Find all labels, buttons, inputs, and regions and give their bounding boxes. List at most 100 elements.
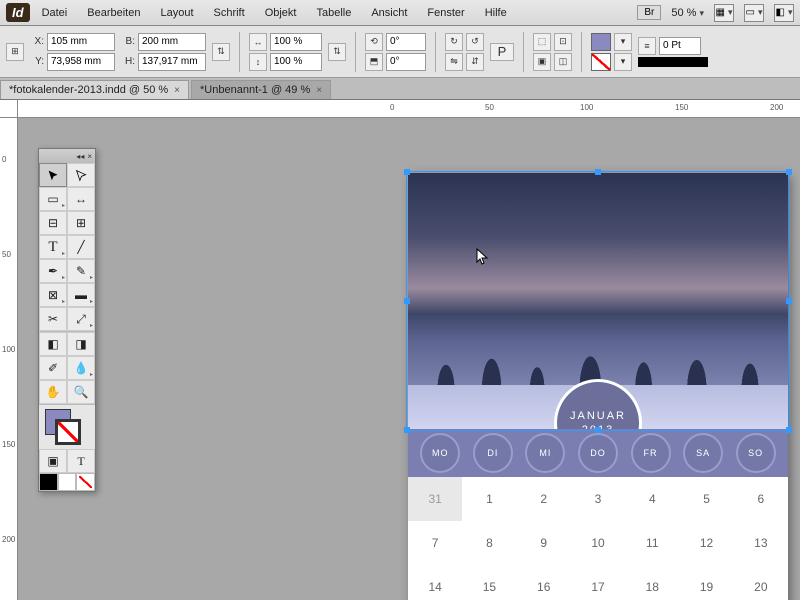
scale-x-input[interactable] — [270, 33, 322, 51]
shear-input[interactable] — [386, 53, 426, 71]
calendar-cell[interactable]: 5 — [679, 477, 733, 521]
menu-datei[interactable]: Datei — [34, 4, 76, 22]
canvas[interactable]: ◂◂× ▭▸ ↔ ⊟ ⊞ T▸ ╱ ✒▸ ✎▸ ⊠▸ ▬▸ ✂ ⤢▸ ◧ ◨ ✐ — [18, 118, 800, 600]
menu-fenster[interactable]: Fenster — [419, 4, 472, 22]
content-placer-tool[interactable]: ⊞ — [67, 211, 95, 235]
menu-layout[interactable]: Layout — [152, 4, 201, 22]
stroke-proxy[interactable] — [55, 419, 81, 445]
apply-gradient-icon[interactable] — [58, 473, 77, 491]
fit-frame-icon[interactable]: ▣ — [533, 53, 551, 71]
close-icon[interactable]: × — [87, 152, 92, 161]
bridge-button[interactable]: Br — [637, 5, 661, 20]
formatting-container-icon[interactable]: ▣ — [39, 449, 67, 473]
calendar-cell[interactable]: 18 — [625, 565, 679, 600]
type-tool[interactable]: T▸ — [39, 235, 67, 259]
apply-color-icon[interactable] — [39, 473, 58, 491]
stroke-swatch[interactable] — [591, 53, 611, 71]
rectangle-tool[interactable]: ▬▸ — [67, 283, 95, 307]
width-input[interactable] — [138, 33, 206, 51]
reference-point-icon[interactable]: ⊞ — [6, 43, 24, 61]
calendar-cell[interactable]: 11 — [625, 521, 679, 565]
scale-y-input[interactable] — [270, 53, 322, 71]
calendar-cell[interactable]: 12 — [679, 521, 733, 565]
stroke-style-preview[interactable] — [638, 57, 708, 67]
panel-titlebar[interactable]: ◂◂× — [39, 149, 95, 163]
apply-none-icon[interactable] — [76, 473, 95, 491]
view-mode-button[interactable]: ▦ — [714, 4, 734, 22]
document-tab-1[interactable]: *fotokalender-2013.indd @ 50 % × — [0, 80, 189, 99]
horizontal-ruler[interactable]: 0 50 100 150 200 — [18, 100, 800, 118]
ruler-origin[interactable] — [0, 100, 18, 118]
hand-tool[interactable]: ✋ — [39, 380, 67, 404]
pen-tool[interactable]: ✒▸ — [39, 259, 67, 283]
constrain-scale-icon[interactable]: ⇅ — [328, 43, 346, 61]
calendar-cell[interactable]: 15 — [462, 565, 516, 600]
calendar-cell[interactable]: 6 — [734, 477, 788, 521]
formatting-text-icon[interactable]: T — [67, 449, 95, 473]
fill-dropdown-icon[interactable]: ▾ — [614, 33, 632, 51]
flip-h-icon[interactable]: ⇋ — [445, 53, 463, 71]
arrange-button[interactable]: ◧ — [774, 4, 794, 22]
fill-stroke-proxy[interactable] — [39, 405, 95, 449]
calendar-cell[interactable]: 31 — [408, 477, 462, 521]
calendar-cell[interactable]: 4 — [625, 477, 679, 521]
screen-mode-button[interactable]: ▭ — [744, 4, 764, 22]
paragraph-icon[interactable]: P — [490, 43, 514, 61]
menu-ansicht[interactable]: Ansicht — [363, 4, 415, 22]
rotate-ccw-icon[interactable]: ↺ — [466, 33, 484, 51]
document-page[interactable]: JANUAR 2013 MO DI MI DO FR SA SO 3112345… — [408, 173, 788, 600]
direct-selection-tool[interactable] — [67, 163, 95, 187]
calendar-cell[interactable]: 8 — [462, 521, 516, 565]
free-transform-tool[interactable]: ⤢▸ — [67, 307, 95, 331]
zoom-tool[interactable]: 🔍 — [67, 380, 95, 404]
calendar-cell[interactable]: 1 — [462, 477, 516, 521]
menu-bearbeiten[interactable]: Bearbeiten — [79, 4, 148, 22]
menu-schrift[interactable]: Schrift — [206, 4, 253, 22]
stroke-weight-input[interactable] — [659, 37, 701, 55]
menu-hilfe[interactable]: Hilfe — [477, 4, 515, 22]
scissors-tool[interactable]: ✂ — [39, 307, 67, 331]
select-container-icon[interactable]: ⬚ — [533, 33, 551, 51]
calendar-cell[interactable]: 20 — [734, 565, 788, 600]
calendar-photo-frame[interactable]: JANUAR 2013 — [408, 173, 788, 429]
fit-content-icon[interactable]: ◫ — [554, 53, 572, 71]
calendar-cell[interactable]: 17 — [571, 565, 625, 600]
calendar-cell[interactable]: 10 — [571, 521, 625, 565]
calendar-cell[interactable]: 7 — [408, 521, 462, 565]
gradient-swatch-tool[interactable]: ◧ — [39, 332, 67, 356]
rotation-input[interactable] — [386, 33, 426, 51]
height-input[interactable] — [138, 53, 206, 71]
menu-objekt[interactable]: Objekt — [257, 4, 305, 22]
pencil-tool[interactable]: ✎▸ — [67, 259, 95, 283]
y-input[interactable] — [47, 53, 115, 71]
gap-tool[interactable]: ↔ — [67, 187, 95, 211]
rotate-cw-icon[interactable]: ↻ — [445, 33, 463, 51]
calendar-cell[interactable]: 3 — [571, 477, 625, 521]
calendar-cell[interactable]: 16 — [517, 565, 571, 600]
document-tab-2[interactable]: *Unbenannt-1 @ 49 % × — [191, 80, 331, 99]
calendar-cell[interactable]: 19 — [679, 565, 733, 600]
constrain-proportions-icon[interactable]: ⇅ — [212, 43, 230, 61]
x-input[interactable] — [47, 33, 115, 51]
selection-tool[interactable] — [39, 163, 67, 187]
close-icon[interactable]: × — [174, 85, 180, 96]
menu-tabelle[interactable]: Tabelle — [308, 4, 359, 22]
rectangle-frame-tool[interactable]: ⊠▸ — [39, 283, 67, 307]
note-tool[interactable]: ✐ — [39, 356, 67, 380]
line-tool[interactable]: ╱ — [67, 235, 95, 259]
calendar-cell[interactable]: 2 — [517, 477, 571, 521]
select-content-icon[interactable]: ⊡ — [554, 33, 572, 51]
fill-swatch[interactable] — [591, 33, 611, 51]
gradient-feather-tool[interactable]: ◨ — [67, 332, 95, 356]
zoom-level-dropdown[interactable]: 50 % — [671, 7, 704, 19]
eyedropper-tool[interactable]: 💧▸ — [67, 356, 95, 380]
flip-v-icon[interactable]: ⇵ — [466, 53, 484, 71]
close-icon[interactable]: × — [316, 85, 322, 96]
vertical-ruler[interactable]: 0 50 100 150 200 — [0, 118, 18, 600]
page-tool[interactable]: ▭▸ — [39, 187, 67, 211]
content-collector-tool[interactable]: ⊟ — [39, 211, 67, 235]
stroke-dropdown-icon[interactable]: ▾ — [614, 53, 632, 71]
calendar-cell[interactable]: 14 — [408, 565, 462, 600]
collapse-icon[interactable]: ◂◂ — [76, 152, 84, 161]
calendar-cell[interactable]: 9 — [517, 521, 571, 565]
